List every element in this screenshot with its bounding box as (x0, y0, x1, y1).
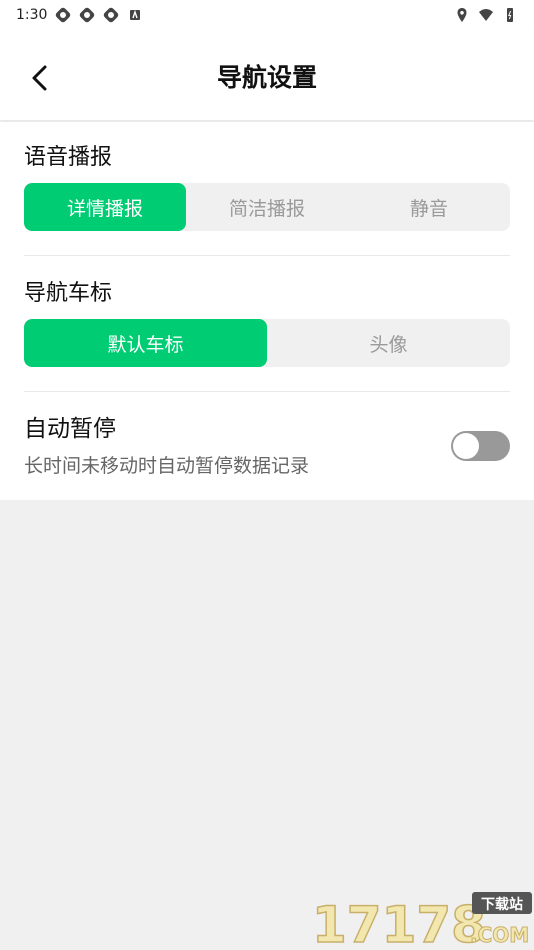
sync-icon (56, 7, 71, 23)
car-marker-segmented-control: 默认车标 头像 (24, 319, 510, 367)
a-icon (130, 9, 141, 20)
page-title: 导航设置 (216, 63, 317, 92)
auto-pause-description: 长时间未移动时自动暂停数据记录 (24, 455, 310, 477)
voice-section-title: 语音播报 (24, 145, 113, 170)
voice-option-mute[interactable]: 静音 (348, 183, 510, 231)
header: 导航设置 (0, 30, 534, 120)
status-right (454, 7, 518, 23)
divider (24, 255, 510, 256)
battery-icon (507, 8, 513, 22)
car-marker-section-title: 导航车标 (24, 281, 113, 306)
status-time: 1:30 (16, 7, 48, 23)
auto-pause-title: 自动暂停 (24, 416, 116, 442)
watermark-number: 17178 (312, 896, 486, 950)
status-left: 1:30 (16, 7, 143, 23)
toggle-knob (453, 433, 479, 459)
sync-icon (80, 7, 95, 23)
voice-segmented-control: 详情播报 简洁播报 静音 (24, 183, 510, 231)
watermark-logo: 17178 下载站 .COM (311, 892, 532, 950)
status-bar: 1:30 (0, 0, 534, 30)
watermark-site-text: 下载站 (481, 896, 523, 913)
car-marker-option-avatar[interactable]: 头像 (267, 319, 510, 367)
auto-pause-toggle[interactable] (451, 431, 510, 461)
sync-icon (104, 7, 119, 23)
car-marker-option-default[interactable]: 默认车标 (24, 319, 267, 367)
wifi-icon (479, 9, 493, 21)
watermark-suffix: .COM (470, 923, 529, 947)
location-icon (457, 8, 467, 22)
voice-option-concise[interactable]: 简洁播报 (186, 183, 348, 231)
divider (24, 391, 510, 392)
voice-option-detail[interactable]: 详情播报 (24, 183, 186, 231)
